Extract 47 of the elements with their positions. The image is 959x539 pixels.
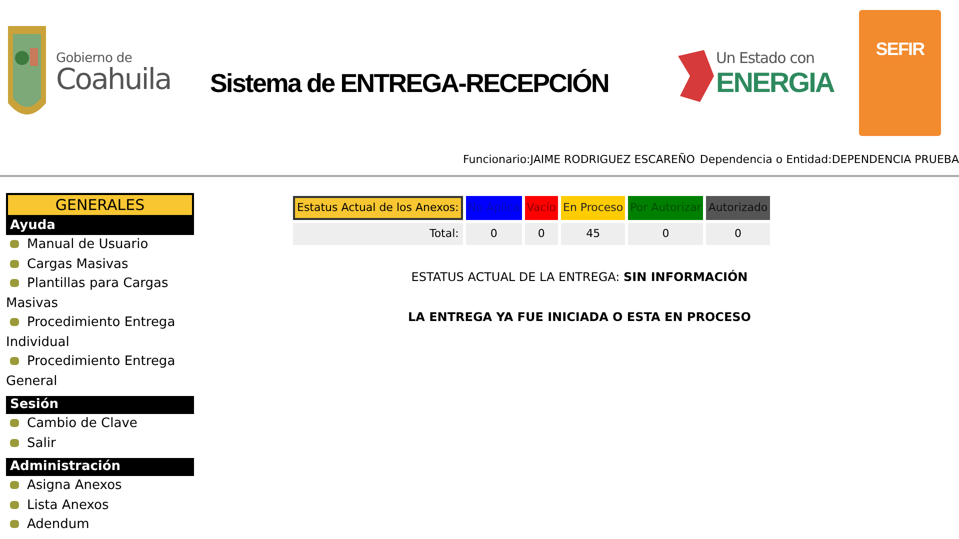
- status-column-header: Autorizado: [706, 196, 770, 220]
- dependencia-label: Dependencia o Entidad:: [700, 152, 832, 168]
- menu-link[interactable]: Plantillas para Cargas Masivas: [6, 274, 194, 313]
- dependencia-name: DEPENDENCIA PRUEBA: [832, 152, 959, 168]
- bullet-icon: [10, 481, 19, 490]
- menu-link[interactable]: Manual de Usuario: [6, 235, 148, 254]
- entrega-status: ESTATUS ACTUAL DE LA ENTREGA: SIN INFORMACIÓN: [411, 268, 748, 286]
- bullet-icon: [10, 318, 19, 326]
- menu-link[interactable]: Salir: [6, 434, 56, 453]
- menu-link[interactable]: Lista Anexos: [6, 496, 109, 515]
- total-cell: 0: [524, 223, 558, 245]
- bullet-icon: [10, 279, 19, 288]
- sidebar-title: GENERALES: [6, 193, 194, 217]
- sefir-logo: SEFIR: [859, 10, 941, 136]
- funcionario-name: JAIME RODRIGUEZ ESCAREÑO: [530, 152, 695, 168]
- menu-link[interactable]: Procedimiento Entrega General: [6, 352, 194, 391]
- bullet-icon: [10, 520, 19, 528]
- bullet-icon: [10, 260, 19, 268]
- status-column-header: Vacío: [524, 196, 558, 220]
- entrega-message: LA ENTREGA YA FUE INICIADA O ESTA EN PROCESO: [408, 309, 751, 326]
- logo-text: ENERGIA: [716, 66, 834, 100]
- bullet-icon: [10, 438, 19, 447]
- bullet-icon: [10, 240, 19, 248]
- page-title: Sistema de ENTREGA-RECEPCIÓN: [210, 66, 610, 100]
- logo-text: Un Estado con: [716, 51, 816, 66]
- total-label-cell: Total:: [293, 223, 463, 245]
- total-cell: 0: [628, 223, 704, 245]
- total-cell: 0: [466, 223, 522, 245]
- section-heading: Administración: [6, 458, 194, 476]
- total-cell: 45: [561, 223, 626, 245]
- total-cell: 0: [706, 223, 770, 245]
- menu-link[interactable]: Cambio de Clave: [6, 414, 138, 434]
- menu-link[interactable]: Asigna Anexos: [6, 476, 122, 496]
- status-column-header: En Proceso: [561, 196, 626, 220]
- funcionario-label: Funcionario:: [463, 152, 530, 168]
- section-heading: Ayuda: [6, 217, 194, 235]
- bullet-icon: [10, 357, 19, 366]
- status-header-cell: Estatus Actual de los Anexos:: [293, 196, 463, 220]
- logo-text: Gobierno de: [56, 52, 134, 64]
- status-column-header: No Aplica: [466, 196, 522, 220]
- menu-link[interactable]: Cargas Masivas: [6, 254, 128, 274]
- bullet-icon: [10, 419, 19, 428]
- menu-link[interactable]: Adendum: [6, 515, 90, 534]
- menu-link[interactable]: Procedimiento Entrega Individual: [6, 313, 194, 352]
- bullet-icon: [10, 500, 19, 509]
- logo-text: Coahuila: [56, 64, 171, 94]
- section-heading: Sesión: [6, 396, 194, 414]
